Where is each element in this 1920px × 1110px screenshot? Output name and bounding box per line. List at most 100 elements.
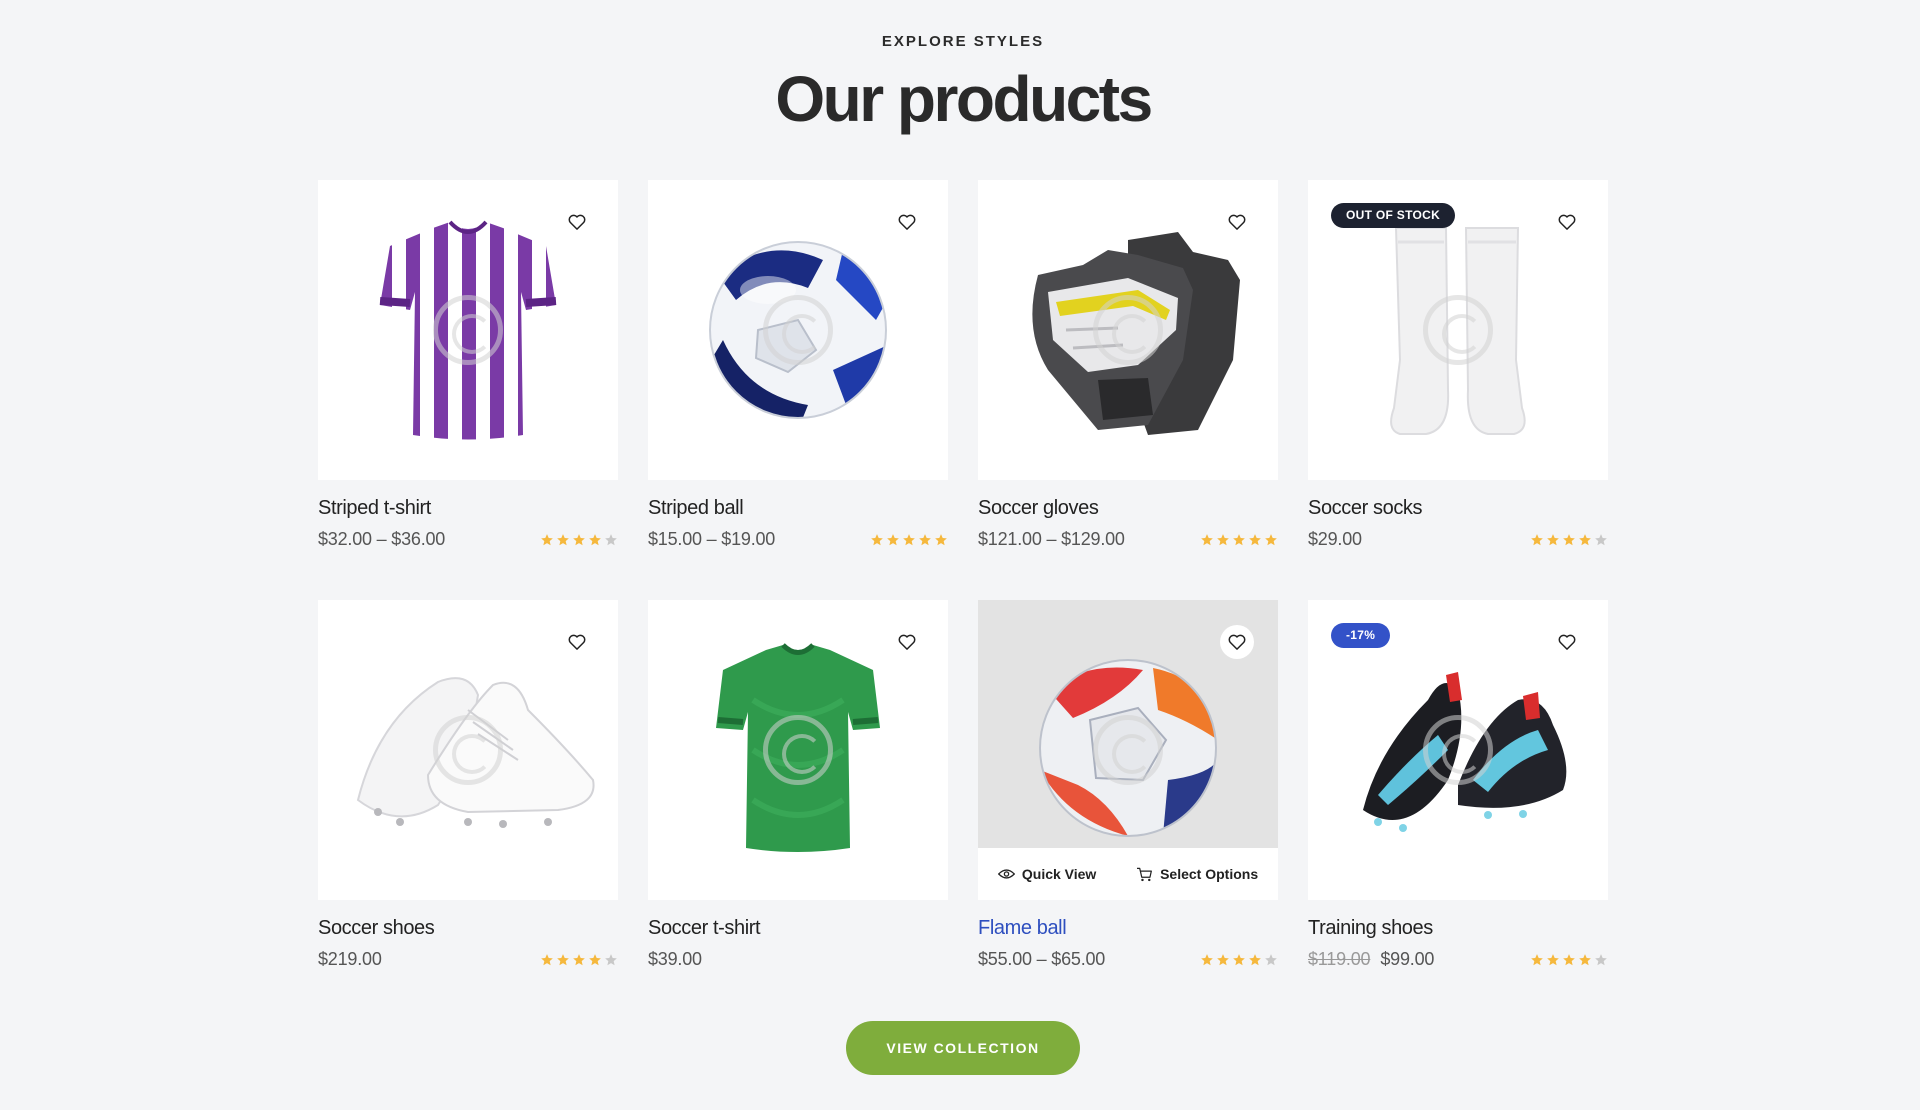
product-price: $219.00: [318, 949, 382, 969]
watermark-icon: [763, 295, 833, 365]
star-filled-icon: [1233, 954, 1245, 966]
star-filled-icon: [1531, 954, 1543, 966]
star-filled-icon: [1201, 954, 1213, 966]
product-price: $32.00 – $36.00: [318, 529, 446, 549]
product-title[interactable]: Striped ball: [648, 497, 744, 520]
product-card[interactable]: -17% Training shoes $119.00 $99.00: [1308, 600, 1608, 1000]
star-filled-icon: [1547, 954, 1559, 966]
watermark-icon: [433, 295, 503, 365]
star-filled-icon: [1579, 954, 1591, 966]
select-options-label: Select Options: [1160, 866, 1259, 882]
product-price: $119.00 $99.00: [1308, 949, 1434, 970]
watermark-icon: [1093, 715, 1163, 785]
star-filled-icon: [1217, 534, 1229, 546]
star-filled-icon: [1233, 534, 1245, 546]
rating-stars: [540, 533, 618, 547]
eye-icon: [997, 869, 1015, 879]
wishlist-heart-icon[interactable]: [890, 205, 924, 239]
star-empty-icon: [1595, 954, 1607, 966]
quick-view-button[interactable]: Quick View: [997, 866, 1097, 882]
star-filled-icon: [589, 534, 601, 546]
out-of-stock-badge: OUT OF STOCK: [1331, 203, 1456, 228]
star-filled-icon: [1531, 534, 1543, 546]
product-card[interactable]: Striped ball $15.00 – $19.00: [648, 180, 948, 580]
star-filled-icon: [871, 534, 883, 546]
rating-stars: [1200, 953, 1278, 967]
rating-stars: [540, 953, 618, 967]
product-price: $121.00 – $129.00: [978, 529, 1125, 549]
watermark-icon: [1423, 715, 1493, 785]
star-filled-icon: [541, 954, 553, 966]
watermark-icon: [1423, 295, 1493, 365]
product-image[interactable]: [318, 600, 618, 900]
wishlist-heart-icon[interactable]: [1550, 625, 1584, 659]
star-filled-icon: [887, 534, 899, 546]
wishlist-heart-icon[interactable]: [1550, 205, 1584, 239]
section-heading: Our products: [775, 63, 1153, 135]
star-filled-icon: [1547, 534, 1559, 546]
star-filled-icon: [557, 534, 569, 546]
wishlist-heart-icon[interactable]: [890, 625, 924, 659]
star-filled-icon: [903, 534, 915, 546]
product-title[interactable]: Striped t-shirt: [318, 497, 431, 520]
star-filled-icon: [541, 534, 553, 546]
watermark-icon: [763, 715, 833, 785]
view-collection-button[interactable]: VIEW COLLECTION: [846, 1021, 1080, 1075]
wishlist-heart-icon[interactable]: [560, 205, 594, 239]
product-price: $55.00 – $65.00: [978, 949, 1106, 969]
rating-stars: [1200, 533, 1278, 547]
product-title[interactable]: Soccer shoes: [318, 917, 435, 940]
product-image[interactable]: [978, 180, 1278, 480]
star-filled-icon: [935, 534, 947, 546]
star-filled-icon: [1249, 534, 1261, 546]
product-image[interactable]: [648, 180, 948, 480]
star-filled-icon: [1563, 954, 1575, 966]
product-image[interactable]: OUT OF STOCK: [1308, 180, 1608, 480]
star-filled-icon: [1563, 534, 1575, 546]
wishlist-heart-icon[interactable]: [560, 625, 594, 659]
star-filled-icon: [1201, 534, 1213, 546]
star-filled-icon: [589, 954, 601, 966]
star-empty-icon: [1265, 954, 1277, 966]
product-card[interactable]: Striped t-shirt $32.00 – $36.00: [318, 180, 618, 580]
star-filled-icon: [557, 954, 569, 966]
product-title[interactable]: Training shoes: [1308, 917, 1433, 940]
product-title[interactable]: Soccer socks: [1308, 497, 1423, 520]
star-empty-icon: [605, 534, 617, 546]
product-image[interactable]: [648, 600, 948, 900]
product-price: $39.00: [648, 949, 702, 969]
product-card[interactable]: OUT OF STOCK Soccer socks $29.00: [1308, 180, 1608, 580]
product-card[interactable]: Soccer t-shirt $39.00: [648, 600, 948, 1000]
star-filled-icon: [919, 534, 931, 546]
cart-icon: [1137, 867, 1153, 881]
quick-view-label: Quick View: [1021, 866, 1097, 882]
select-options-button[interactable]: Select Options: [1136, 866, 1258, 882]
product-title[interactable]: Soccer gloves: [978, 497, 1099, 520]
star-filled-icon: [1217, 954, 1229, 966]
star-empty-icon: [605, 954, 617, 966]
product-title[interactable]: Soccer t-shirt: [648, 917, 761, 940]
star-empty-icon: [1595, 534, 1607, 546]
rating-stars: [1530, 953, 1608, 967]
wishlist-heart-icon[interactable]: [1220, 205, 1254, 239]
old-price: $119.00: [1308, 949, 1371, 969]
star-filled-icon: [1249, 954, 1261, 966]
star-filled-icon: [573, 954, 585, 966]
product-card[interactable]: Soccer shoes $219.00: [318, 600, 618, 1000]
watermark-icon: [1093, 295, 1163, 365]
product-price: $15.00 – $19.00: [648, 529, 776, 549]
product-image[interactable]: [318, 180, 618, 480]
rating-stars: [1530, 533, 1608, 547]
product-image[interactable]: -17%: [1308, 600, 1608, 900]
star-filled-icon: [573, 534, 585, 546]
section-eyebrow: EXPLORE STYLES: [881, 33, 1045, 50]
product-actions-bar: Quick View Select Options: [978, 848, 1278, 900]
star-filled-icon: [1265, 534, 1277, 546]
product-image[interactable]: Quick View Select Options: [978, 600, 1278, 900]
product-card[interactable]: Soccer gloves $121.00 – $129.00: [978, 180, 1278, 580]
wishlist-heart-icon[interactable]: [1220, 625, 1254, 659]
product-price: $29.00: [1308, 529, 1362, 549]
product-title[interactable]: Flame ball: [978, 917, 1067, 940]
product-card[interactable]: Quick View Select Options Flame ball $55…: [978, 600, 1278, 1000]
discount-badge: -17%: [1331, 623, 1391, 648]
